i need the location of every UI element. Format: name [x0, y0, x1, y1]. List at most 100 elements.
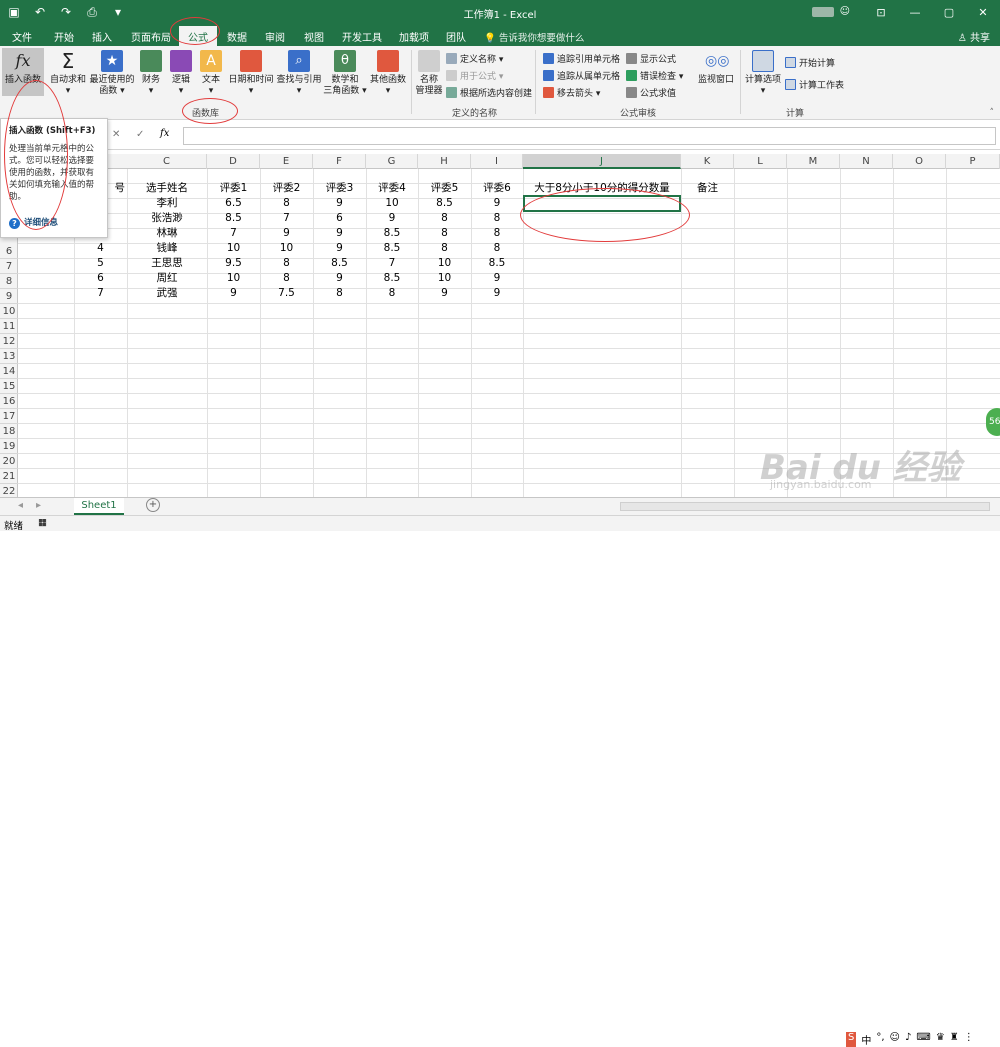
cell-judge-3[interactable]: 9	[313, 271, 366, 286]
ime-grid-icon[interactable]: ⋮	[964, 1032, 974, 1047]
logical-button[interactable]: 逻辑 ▾	[168, 50, 194, 97]
cell-judge-2[interactable]: 8	[260, 271, 313, 286]
column-header-j[interactable]: J	[523, 154, 681, 169]
calculation-options-button[interactable]: 计算选项 ▾	[743, 50, 783, 97]
cell-judge-1[interactable]: 8.5	[207, 211, 260, 226]
close-icon[interactable]: ✕	[966, 0, 1000, 26]
calculate-now-button[interactable]: 开始计算	[785, 56, 835, 69]
more-functions-button[interactable]: 其他函数 ▾	[368, 50, 408, 97]
cell-judge-6[interactable]: 8	[471, 211, 523, 226]
ribbon-display-options-icon[interactable]: ⊡	[864, 0, 898, 26]
cell-judge-3[interactable]: 9	[313, 241, 366, 256]
cell-judge-1[interactable]: 7	[207, 226, 260, 241]
cell-judge-6[interactable]: 8	[471, 226, 523, 241]
cell-judge-2[interactable]: 7.5	[260, 286, 313, 301]
row-header[interactable]: 6	[0, 244, 18, 259]
use-in-formula-button[interactable]: 用于公式 ▾	[446, 69, 503, 82]
remove-arrows-button[interactable]: 移去箭头 ▾	[543, 86, 600, 99]
tab-file[interactable]: 文件	[12, 29, 32, 44]
cell-judge-1[interactable]: 9.5	[207, 256, 260, 271]
text-button[interactable]: A 文本 ▾	[198, 50, 224, 97]
tab-home[interactable]: 开始	[54, 29, 74, 44]
cell-judge-5[interactable]: 9	[418, 286, 471, 301]
ime-skin-icon[interactable]: ♛	[936, 1032, 945, 1047]
row-header[interactable]: 17	[0, 409, 18, 424]
cell-judge-2[interactable]: 8	[260, 196, 313, 211]
cell-judge-5[interactable]: 10	[418, 271, 471, 286]
error-checking-button[interactable]: 错误检查 ▾	[626, 69, 683, 82]
row-header[interactable]: 8	[0, 274, 18, 289]
cell-judge-2[interactable]: 9	[260, 226, 313, 241]
row-header[interactable]: 15	[0, 379, 18, 394]
row-header[interactable]: 19	[0, 439, 18, 454]
column-header-e[interactable]: E	[260, 154, 313, 169]
cell-judge-3[interactable]: 8.5	[313, 256, 366, 271]
show-formulas-button[interactable]: 显示公式	[626, 52, 676, 65]
row-header[interactable]: 10	[0, 304, 18, 319]
column-header-d[interactable]: D	[207, 154, 260, 169]
cell-judge-6[interactable]: 9	[471, 271, 523, 286]
cell-player-name[interactable]: 钱峰	[127, 241, 207, 256]
cell-number[interactable]: 5	[74, 256, 127, 271]
cell-player-name[interactable]: 武强	[127, 286, 207, 301]
cell-judge-3[interactable]: 6	[313, 211, 366, 226]
column-header-g[interactable]: G	[366, 154, 418, 169]
fx-icon[interactable]: fx	[160, 128, 169, 139]
cell-number[interactable]: 7	[74, 286, 127, 301]
financial-button[interactable]: 财务 ▾	[138, 50, 164, 97]
tab-view[interactable]: 视图	[304, 29, 324, 44]
tab-data[interactable]: 数据	[227, 29, 247, 44]
lookup-reference-button[interactable]: ⌕ 查找与引用 ▾	[276, 50, 322, 97]
recently-used-button[interactable]: ★ 最近使用的 函数 ▾	[88, 50, 136, 97]
ime-chinese-icon[interactable]: 中	[861, 1032, 871, 1047]
ime-keyboard-icon[interactable]: ⌨	[916, 1032, 930, 1047]
row-header[interactable]: 16	[0, 394, 18, 409]
cell-judge-3[interactable]: 8	[313, 286, 366, 301]
column-header-i[interactable]: I	[471, 154, 523, 169]
cell-player-name[interactable]: 李利	[127, 196, 207, 211]
cell-player-name[interactable]: 周红	[127, 271, 207, 286]
macro-record-icon[interactable]: ▦	[38, 517, 47, 528]
cell-number[interactable]: 4	[74, 241, 127, 256]
ime-smile-icon[interactable]: ☺	[890, 1032, 900, 1047]
row-header[interactable]: 9	[0, 289, 18, 304]
cell-judge-5[interactable]: 8	[418, 226, 471, 241]
autosum-button[interactable]: Σ 自动求和 ▾	[48, 50, 88, 97]
cell-judge-5[interactable]: 8	[418, 241, 471, 256]
cell-player-name[interactable]: 张浩渺	[127, 211, 207, 226]
row-header[interactable]: 11	[0, 319, 18, 334]
scroll-left-icon[interactable]: ◂	[18, 500, 23, 511]
row-header[interactable]: 14	[0, 364, 18, 379]
floating-badge[interactable]: 56	[986, 408, 1000, 436]
column-header-n[interactable]: N	[840, 154, 893, 169]
tab-insert[interactable]: 插入	[92, 29, 112, 44]
cell-judge-6[interactable]: 8.5	[471, 256, 523, 271]
cell-judge-5[interactable]: 8.5	[418, 196, 471, 211]
row-header[interactable]: 20	[0, 454, 18, 469]
collapse-ribbon-icon[interactable]: ˄	[990, 108, 995, 118]
horizontal-scrollbar[interactable]	[620, 502, 990, 511]
sheet-tab-sheet1[interactable]: Sheet1	[74, 498, 124, 515]
scroll-right-icon[interactable]: ▸	[36, 500, 41, 511]
maximize-icon[interactable]: ▢	[932, 0, 966, 26]
row-header[interactable]: 18	[0, 424, 18, 439]
cell-judge-4[interactable]: 8.5	[366, 226, 418, 241]
define-name-button[interactable]: 定义名称 ▾	[446, 52, 503, 65]
column-header-k[interactable]: K	[681, 154, 734, 169]
cell-judge-4[interactable]: 8.5	[366, 241, 418, 256]
cell-judge-3[interactable]: 9	[313, 226, 366, 241]
cell-judge-1[interactable]: 6.5	[207, 196, 260, 211]
cell-judge-4[interactable]: 10	[366, 196, 418, 211]
column-header-o[interactable]: O	[893, 154, 946, 169]
cell-judge-2[interactable]: 7	[260, 211, 313, 226]
tab-developer[interactable]: 开发工具	[342, 29, 382, 44]
enter-icon[interactable]: ✓	[136, 129, 144, 140]
cell-number[interactable]: 6	[74, 271, 127, 286]
cell-judge-4[interactable]: 8	[366, 286, 418, 301]
cell-judge-4[interactable]: 7	[366, 256, 418, 271]
trace-dependents-button[interactable]: 追踪从属单元格	[543, 69, 620, 82]
emoji-feedback-icon[interactable]: ☺	[840, 6, 850, 17]
tab-addins[interactable]: 加载项	[399, 29, 429, 44]
ime-mic-icon[interactable]: ♪	[905, 1032, 911, 1047]
column-header-p[interactable]: P	[946, 154, 1000, 169]
